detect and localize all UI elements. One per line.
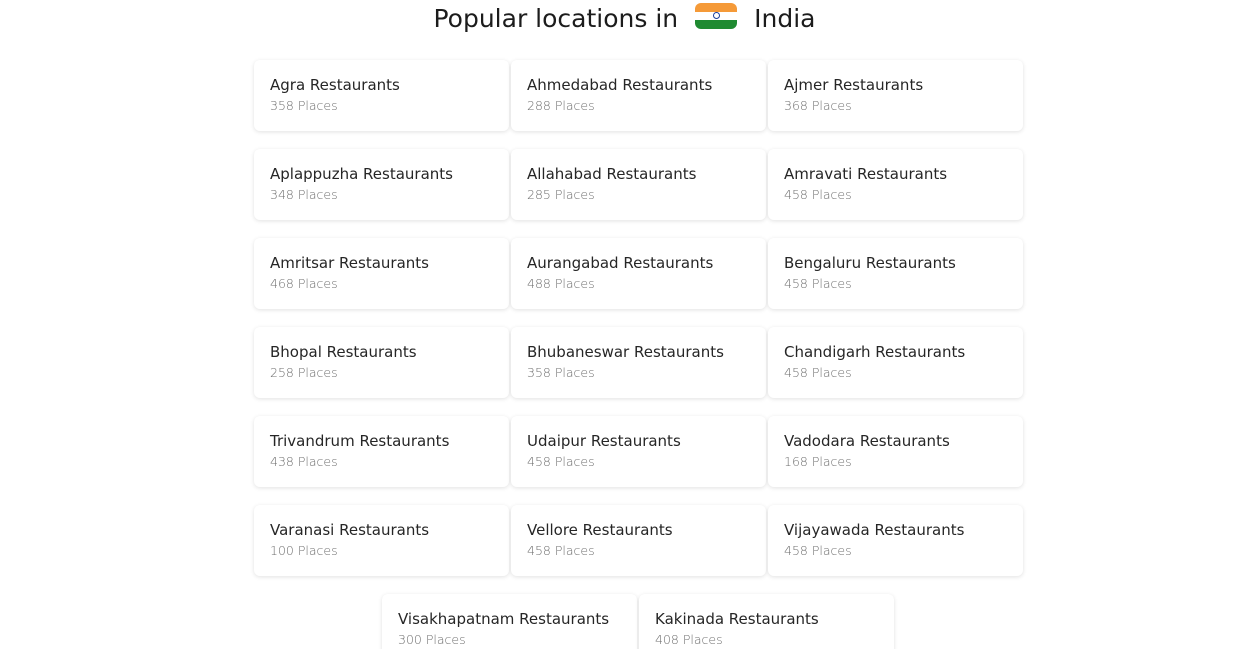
location-places-count: 285 Places (527, 187, 595, 202)
location-card-kakinada[interactable]: Kakinada Restaurants 408 Places (639, 594, 894, 649)
location-card-ahmedabad[interactable]: Ahmedabad Restaurants 288 Places (511, 60, 766, 131)
location-places-count: 458 Places (784, 365, 852, 380)
location-places-count: 100 Places (270, 543, 338, 558)
location-name: Bengaluru Restaurants (784, 254, 956, 272)
location-card-vadodara[interactable]: Vadodara Restaurants 168 Places (768, 416, 1023, 487)
location-places-count: 288 Places (527, 98, 595, 113)
heading-prefix: Popular locations in (433, 3, 679, 33)
location-name: Kakinada Restaurants (655, 610, 819, 628)
location-card-aplappuzha[interactable]: Aplappuzha Restaurants 348 Places (254, 149, 509, 220)
location-name: Aurangabad Restaurants (527, 254, 714, 272)
location-card-amritsar[interactable]: Amritsar Restaurants 468 Places (254, 238, 509, 309)
location-name: Vadodara Restaurants (784, 432, 950, 450)
location-places-count: 358 Places (270, 98, 338, 113)
location-card-aurangabad[interactable]: Aurangabad Restaurants 488 Places (511, 238, 766, 309)
location-name: Varanasi Restaurants (270, 521, 430, 539)
location-card-agra[interactable]: Agra Restaurants 358 Places (254, 60, 509, 131)
location-places-count: 348 Places (270, 187, 338, 202)
location-places-count: 458 Places (784, 276, 852, 291)
location-places-count: 368 Places (784, 98, 852, 113)
location-name: Udaipur Restaurants (527, 432, 681, 450)
location-places-count: 468 Places (270, 276, 338, 291)
location-name: Amravati Restaurants (784, 165, 948, 183)
location-name: Vellore Restaurants (527, 521, 673, 539)
location-places-count: 458 Places (527, 454, 595, 469)
location-name: Visakhapatnam Restaurants (398, 610, 610, 628)
location-places-count: 258 Places (270, 365, 338, 380)
location-card-allahabad[interactable]: Allahabad Restaurants 285 Places (511, 149, 766, 220)
location-card-trivandrum[interactable]: Trivandrum Restaurants 438 Places (254, 416, 509, 487)
location-card-bengaluru[interactable]: Bengaluru Restaurants 458 Places (768, 238, 1023, 309)
location-card-ajmer[interactable]: Ajmer Restaurants 368 Places (768, 60, 1023, 131)
location-places-count: 458 Places (784, 187, 852, 202)
popular-locations-section: Popular locations in India Agra Restaura… (0, 0, 1249, 649)
location-name: Allahabad Restaurants (527, 165, 697, 183)
location-places-count: 168 Places (784, 454, 852, 469)
location-card-visakhapatnam[interactable]: Visakhapatnam Restaurants 300 Places (382, 594, 637, 649)
location-name: Trivandrum Restaurants (270, 432, 450, 450)
location-card-amravati[interactable]: Amravati Restaurants 458 Places (768, 149, 1023, 220)
location-name: Amritsar Restaurants (270, 254, 429, 272)
location-places-count: 358 Places (527, 365, 595, 380)
location-card-bhubaneswar[interactable]: Bhubaneswar Restaurants 358 Places (511, 327, 766, 398)
location-name: Bhubaneswar Restaurants (527, 343, 724, 361)
heading-country: India (754, 3, 816, 33)
location-places-count: 300 Places (398, 632, 466, 647)
location-places-count: 458 Places (527, 543, 595, 558)
location-places-count: 438 Places (270, 454, 338, 469)
location-name: Vijayawada Restaurants (784, 521, 965, 539)
location-places-count: 458 Places (784, 543, 852, 558)
section-heading: Popular locations in India (0, 0, 1249, 36)
location-card-bhopal[interactable]: Bhopal Restaurants 258 Places (254, 327, 509, 398)
location-card-vijayawada[interactable]: Vijayawada Restaurants 458 Places (768, 505, 1023, 576)
location-name: Chandigarh Restaurants (784, 343, 966, 361)
location-name: Bhopal Restaurants (270, 343, 417, 361)
location-card-varanasi[interactable]: Varanasi Restaurants 100 Places (254, 505, 509, 576)
location-name: Aplappuzha Restaurants (270, 165, 453, 183)
location-card-udaipur[interactable]: Udaipur Restaurants 458 Places (511, 416, 766, 487)
location-places-count: 488 Places (527, 276, 595, 291)
location-places-count: 408 Places (655, 632, 723, 647)
location-name: Ajmer Restaurants (784, 76, 924, 94)
location-name: Agra Restaurants (270, 76, 400, 94)
location-name: Ahmedabad Restaurants (527, 76, 713, 94)
india-flag-icon (695, 3, 738, 29)
location-card-chandigarh[interactable]: Chandigarh Restaurants 458 Places (768, 327, 1023, 398)
location-card-vellore[interactable]: Vellore Restaurants 458 Places (511, 505, 766, 576)
